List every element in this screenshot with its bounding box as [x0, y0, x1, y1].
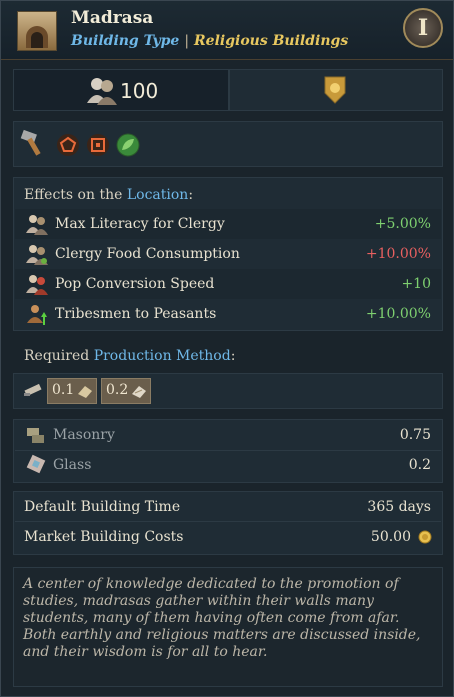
emblem-icon[interactable] — [323, 75, 347, 105]
good-name: Glass — [53, 457, 92, 473]
row-divider — [15, 521, 441, 522]
good-name: Masonry — [53, 427, 115, 443]
coin-icon — [418, 530, 432, 544]
building-category-link[interactable]: Religious Buildings — [194, 33, 348, 49]
production-method-link[interactable]: Production Method — [94, 348, 231, 364]
square-icon[interactable] — [86, 133, 110, 157]
building-title: Madrasa — [71, 8, 154, 28]
pentagon-icon[interactable] — [56, 133, 80, 157]
cost-value: 50.00 — [370, 529, 411, 545]
tribesmen-icon — [27, 305, 47, 325]
building-type-link[interactable]: Building Type — [71, 33, 179, 49]
glass-icon — [132, 386, 146, 398]
effects-heading: Effects on the Location: — [24, 187, 194, 203]
clergy-icon — [26, 215, 48, 235]
clergy-icon — [26, 275, 48, 295]
effect-label: Max Literacy for Clergy — [55, 216, 225, 232]
masonry-icon — [78, 386, 92, 398]
production-input-value: 0.1 — [52, 382, 75, 398]
effect-value: +10.00% — [365, 246, 431, 262]
cost-label: Market Building Costs — [24, 529, 184, 545]
building-description: A center of knowledge dedicated to the p… — [23, 576, 421, 660]
masonry-icon — [27, 428, 44, 443]
glass-icon — [26, 454, 46, 474]
building-tooltip: Madrasa Building Type | Religious Building… — [0, 0, 454, 697]
good-value: 0.2 — [408, 457, 431, 473]
leaf-icon[interactable] — [116, 133, 140, 157]
pop-count: 100 — [120, 79, 159, 103]
production-input-slot[interactable]: 0.2 — [101, 378, 151, 404]
effect-value: +10 — [401, 276, 431, 292]
effect-label: Pop Conversion Speed — [55, 276, 215, 292]
scroll-icon[interactable] — [23, 381, 43, 399]
subtitle-separator: | — [184, 33, 190, 49]
cost-label: Default Building Time — [24, 499, 181, 515]
row-divider — [15, 450, 441, 451]
hammer-icon[interactable] — [19, 128, 49, 158]
effect-label: Clergy Food Consumption — [55, 246, 240, 262]
info-icon[interactable]: I — [403, 8, 443, 48]
production-input-value: 0.2 — [106, 382, 129, 398]
production-input-slot[interactable]: 0.1 — [47, 378, 97, 404]
clergy-icon — [26, 245, 48, 265]
production-heading: Required Production Method: — [24, 348, 236, 364]
tooltip-header: Madrasa Building Type | Religious Building… — [1, 1, 453, 60]
building-icon — [17, 11, 57, 51]
effect-label: Tribesmen to Peasants — [55, 306, 217, 322]
location-link[interactable]: Location — [127, 187, 188, 203]
pops-icon — [87, 78, 117, 105]
effect-value: +5.00% — [374, 216, 431, 232]
building-subtitle: Building Type | Religious Buildings — [71, 33, 348, 49]
cost-value: 365 days — [367, 499, 431, 515]
good-value: 0.75 — [399, 427, 431, 443]
effect-value: +10.00% — [365, 306, 431, 322]
